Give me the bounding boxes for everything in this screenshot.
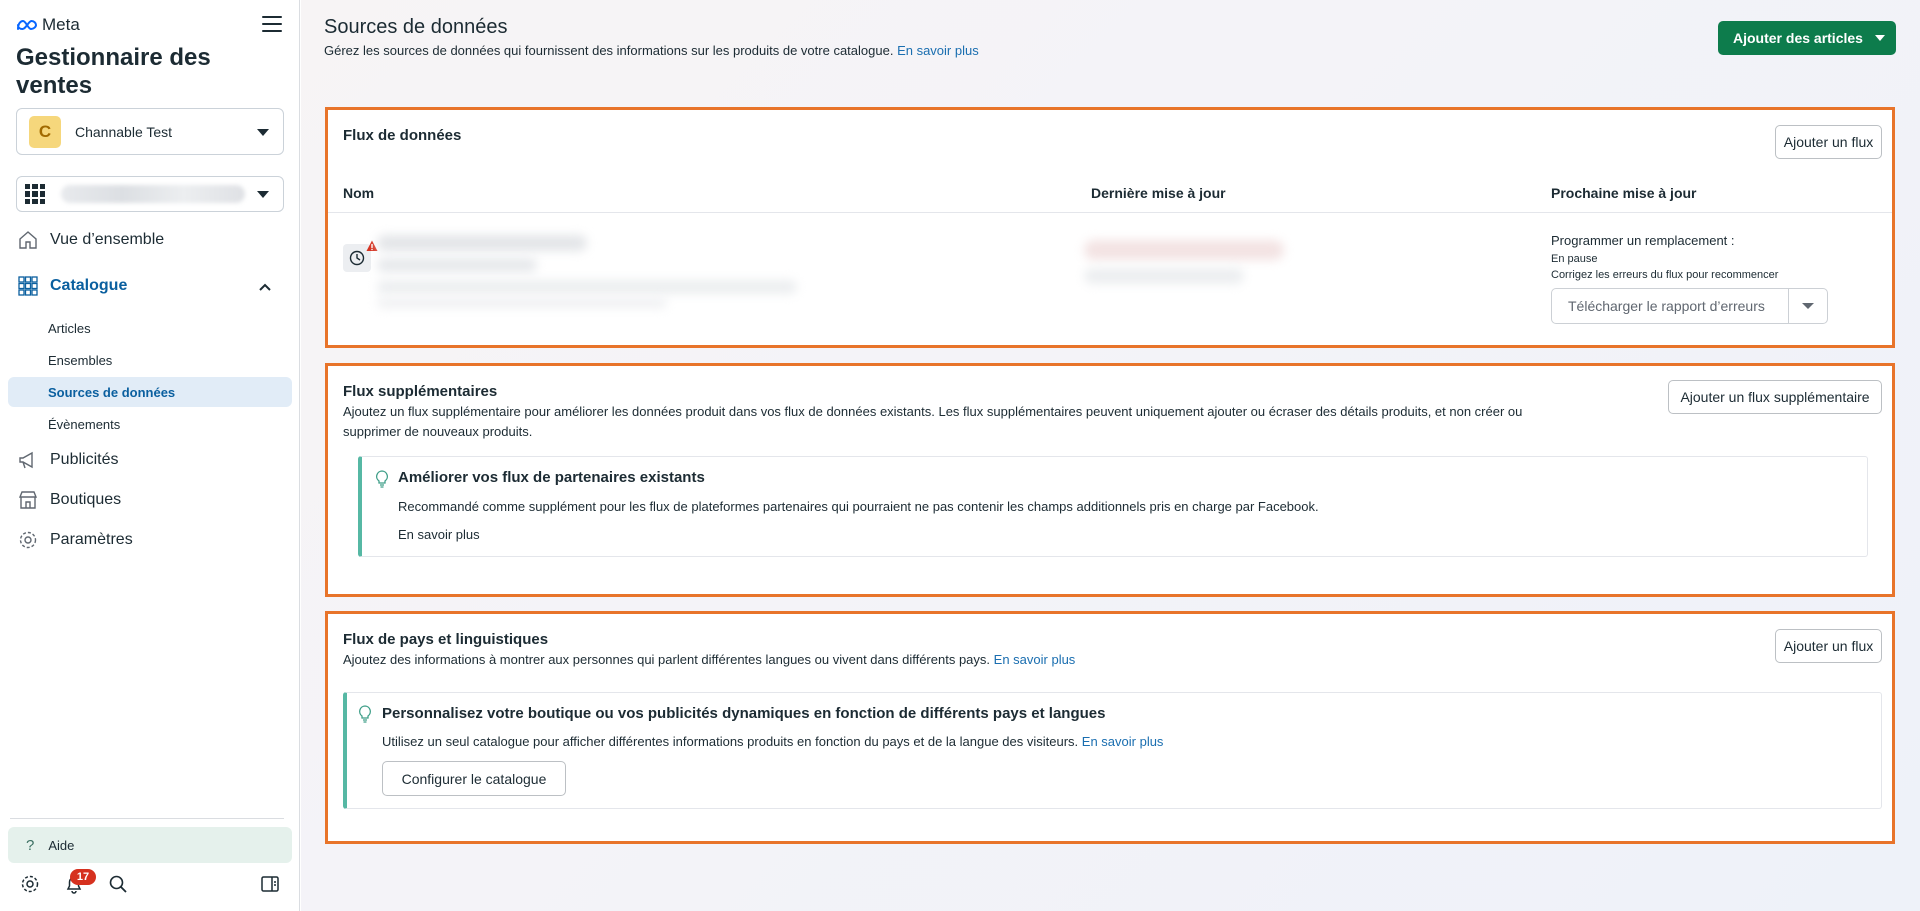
nav-overview-label: Vue d’ensemble [50, 231, 165, 248]
country-language-learn-more-link[interactable]: En savoir plus [994, 652, 1076, 667]
country-language-tip-text: Utilisez un seul catalogue pour afficher… [382, 734, 1079, 749]
gear-icon [16, 528, 40, 552]
add-items-label: Ajouter des articles [1733, 30, 1863, 46]
download-report-button[interactable]: Télécharger le rapport d’erreurs [1552, 289, 1789, 323]
nav-catalogue-label: Catalogue [50, 277, 128, 294]
nav-sub-sets[interactable]: Ensembles [8, 345, 292, 375]
country-language-feeds-card: Flux de pays et linguistiques Ajoutez de… [325, 611, 1895, 844]
schedule-hint: Corrigez les erreurs du flux pour recomm… [1551, 269, 1779, 281]
catalog-grid-icon [16, 274, 40, 298]
lightbulb-icon [376, 470, 388, 488]
chevron-down-icon [257, 128, 269, 136]
column-next-update: Prochaine mise à jour [1551, 185, 1697, 201]
grid-icon [25, 184, 45, 204]
brand-name: Meta [42, 15, 80, 34]
page-subtitle: Gérez les sources de données qui fournis… [324, 43, 979, 58]
megaphone-icon [16, 448, 40, 472]
nav-sub-data-sources[interactable]: Sources de données [8, 377, 292, 407]
sidebar-toggle-icon[interactable] [258, 872, 282, 896]
nav-catalogue[interactable]: Catalogue [16, 271, 127, 301]
supplementary-tip-learn-more-link[interactable]: En savoir plus [398, 527, 480, 542]
learn-more-link[interactable]: En savoir plus [897, 43, 979, 58]
menu-icon[interactable] [262, 16, 282, 34]
nav-settings[interactable]: Paramètres [16, 525, 133, 555]
country-language-tip-text-wrap: Utilisez un seul catalogue pour afficher… [382, 734, 1163, 749]
lightbulb-icon [359, 705, 371, 723]
column-last-update: Dernière mise à jour [1091, 185, 1226, 201]
chevron-up-icon[interactable] [258, 280, 272, 294]
sidebar-divider [10, 818, 284, 819]
supplementary-description-line1: Ajoutez un flux supplémentaire pour amél… [343, 404, 1523, 419]
supplementary-description: Ajoutez un flux supplémentaire pour amél… [343, 402, 1623, 442]
sidebar-bottom-toolbar [0, 872, 300, 898]
feed-meta-redacted [377, 298, 667, 308]
add-supplementary-feed-button[interactable]: Ajouter un flux supplémentaire [1668, 380, 1882, 414]
main-content: Sources de données Gérez les sources de … [301, 0, 1920, 911]
nav-shops-label: Boutiques [50, 491, 122, 508]
feed-name-redacted [377, 235, 587, 251]
add-items-button[interactable]: Ajouter des articles [1718, 21, 1896, 55]
page-subtitle-text: Gérez les sources de données qui fournis… [324, 43, 894, 58]
help-label: Aide [48, 837, 75, 853]
country-language-title: Flux de pays et linguistiques [343, 631, 549, 648]
add-country-language-feed-button[interactable]: Ajouter un flux [1775, 629, 1882, 663]
feed-detail-redacted [377, 258, 537, 272]
business-selector[interactable]: C Channable Test [16, 108, 284, 155]
catalog-name-redacted [61, 185, 245, 203]
business-avatar: C [29, 115, 61, 148]
shop-icon [16, 488, 40, 512]
question-icon: ? [26, 836, 35, 854]
data-feeds-title: Flux de données [343, 127, 462, 144]
notification-badge: 17 [70, 869, 96, 885]
supplementary-tip-text: Recommandé comme supplément pour les flu… [398, 499, 1319, 514]
supplementary-tip-title: Améliorer vos flux de partenaires exista… [398, 469, 705, 486]
data-feeds-card: Flux de données Ajouter un flux Nom Dern… [325, 107, 1895, 348]
meta-infinity-icon [17, 19, 38, 31]
nav-overview[interactable]: Vue d’ensemble [16, 225, 164, 255]
home-icon [16, 228, 40, 252]
schedule-title: Programmer un remplacement : [1551, 233, 1735, 248]
last-update-redacted [1084, 240, 1284, 260]
meta-logo[interactable]: Meta [16, 15, 80, 35]
add-feed-button[interactable]: Ajouter un flux [1775, 125, 1882, 159]
nav-ads[interactable]: Publicités [16, 445, 118, 475]
supplementary-feeds-card: Flux supplémentaires Ajoutez un flux sup… [325, 363, 1895, 597]
nav-shops[interactable]: Boutiques [16, 485, 121, 515]
business-name: Channable Test [75, 123, 173, 140]
table-header-divider [328, 212, 1892, 213]
sidebar: Meta Gestionnaire des ventes C Channable… [0, 0, 300, 911]
supplementary-tip: Améliorer vos flux de partenaires exista… [358, 456, 1868, 557]
settings-gear-icon[interactable] [18, 872, 42, 896]
country-language-description: Ajoutez des informations à montrer aux p… [343, 650, 1075, 670]
supplementary-description-line2: supprimer de nouveaux produits. [343, 424, 533, 439]
app-title: Gestionnaire des ventes [16, 44, 211, 99]
download-report-split-button: Télécharger le rapport d’erreurs [1551, 288, 1828, 324]
chevron-down-icon [257, 191, 269, 198]
nav-sub-articles[interactable]: Articles [8, 313, 292, 343]
chevron-down-icon [1802, 303, 1814, 309]
last-update-detail-redacted [1084, 268, 1244, 284]
country-language-tip-title: Personnalisez votre boutique ou vos publ… [382, 705, 1106, 722]
download-report-dropdown[interactable] [1789, 289, 1827, 323]
country-language-tip-learn-more-link[interactable]: En savoir plus [1082, 734, 1164, 749]
feed-url-redacted [377, 280, 797, 294]
country-language-tip: Personnalisez votre boutique ou vos publ… [343, 692, 1882, 809]
schedule-status: En pause [1551, 253, 1598, 265]
country-language-description-text: Ajoutez des informations à montrer aux p… [343, 652, 991, 667]
nav-settings-label: Paramètres [50, 531, 133, 548]
help-button[interactable]: ? Aide [8, 827, 292, 863]
search-icon[interactable] [106, 872, 130, 896]
catalog-selector[interactable] [16, 176, 284, 212]
supplementary-title: Flux supplémentaires [343, 383, 498, 400]
page-title: Sources de données [324, 16, 508, 38]
chevron-down-icon [1874, 35, 1885, 41]
nav-sub-events[interactable]: Évènements [8, 409, 292, 439]
column-name: Nom [343, 185, 375, 201]
nav-ads-label: Publicités [50, 451, 119, 468]
configure-catalog-button[interactable]: Configurer le catalogue [382, 761, 566, 796]
